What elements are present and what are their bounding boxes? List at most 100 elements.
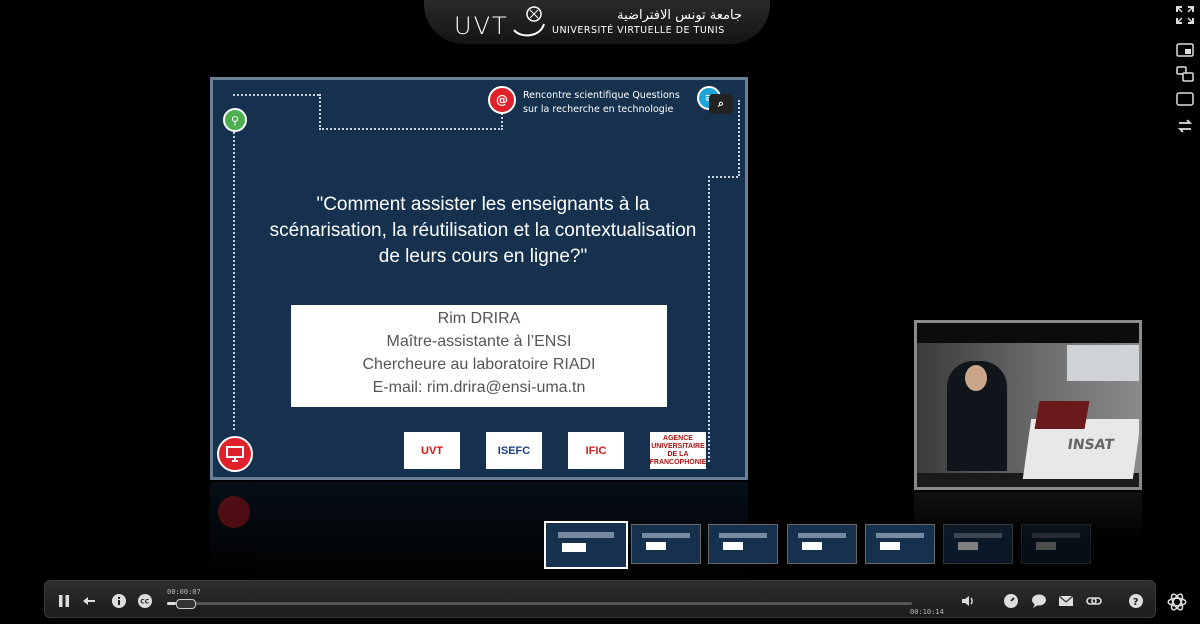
laptop	[1034, 401, 1090, 429]
location-pin-icon: ⚲	[223, 108, 247, 132]
svg-text:CC: CC	[140, 599, 149, 606]
author-email: E-mail: rim.drira@ensi-uma.tn	[372, 379, 586, 396]
video-top-band	[917, 323, 1139, 343]
reflection-icon	[218, 496, 250, 528]
decor-line	[319, 94, 503, 130]
link-button[interactable]	[1085, 592, 1103, 610]
total-time: 00:10:14	[910, 608, 944, 616]
sponsor-isefc-text: ISEFC	[497, 444, 531, 457]
decor-line	[708, 176, 738, 178]
settings-button[interactable]	[1166, 591, 1188, 613]
thumb-title	[954, 532, 1002, 539]
layout-pip-icon	[1176, 66, 1194, 82]
speed-icon	[1004, 594, 1018, 608]
fullscreen-icon	[1176, 6, 1194, 24]
slide-thumbnail[interactable]	[787, 524, 857, 564]
thumb-box	[562, 542, 586, 552]
thumb-box	[1035, 542, 1056, 550]
comment-icon	[1032, 594, 1046, 608]
sponsor-logo-auf: AGENCE UNIVERSITAIRE DE LA FRANCOPHONIE	[650, 432, 706, 469]
slide-thumbnail[interactable]	[544, 521, 628, 569]
decor-line	[233, 94, 319, 96]
svg-text:?: ?	[1133, 597, 1139, 608]
thumb-box	[645, 542, 666, 550]
thumb-title	[558, 531, 614, 539]
slide-thumbnail[interactable]	[943, 524, 1013, 564]
zoom-icon[interactable]: ⌕	[709, 94, 733, 114]
speed-button[interactable]	[1002, 592, 1020, 610]
volume-button[interactable]	[959, 592, 977, 610]
video-projection-screen	[1067, 345, 1139, 381]
swap-icon	[1177, 119, 1193, 133]
sponsor-ific-text: IFIC	[585, 444, 607, 457]
slide-thumbnail[interactable]	[708, 524, 778, 564]
email-icon	[1058, 595, 1074, 606]
presentation-slide: ⚲ @ Rencontre scientifique Questions sur…	[210, 77, 748, 480]
slide-title-line2: scénarisation, la réutilisation et la co…	[269, 220, 697, 241]
sponsor-logo-uvt: UVT	[404, 432, 460, 469]
settings-icon	[1167, 593, 1187, 611]
slide-thumbnail[interactable]	[865, 524, 935, 564]
rewind-button[interactable]	[80, 592, 98, 610]
thumb-box	[957, 542, 978, 550]
sponsor-auf-text: AGENCE UNIVERSITAIRE DE LA FRANCOPHONIE	[650, 434, 706, 466]
current-time: 00:00:07	[167, 588, 201, 596]
rewind-icon	[83, 597, 95, 605]
layout-single-icon	[1176, 92, 1194, 106]
slide-title: "Comment assister les enseignants à la s…	[253, 192, 713, 270]
swap-button[interactable]	[1174, 116, 1196, 136]
thumb-title	[1032, 532, 1080, 539]
pause-icon	[59, 595, 69, 607]
header-logo: UVT جامعة تونس الافتراضية UNIVERSITÉ VIR…	[424, 0, 770, 44]
layout-pip-button[interactable]	[1174, 64, 1196, 84]
at-sign-icon: @	[488, 86, 516, 114]
speaker-face	[965, 365, 987, 391]
logo-text: UVT	[454, 12, 509, 40]
closed-captions-icon: CC	[138, 594, 152, 608]
sponsor-logo-ific: IFIC	[568, 432, 624, 469]
pause-button[interactable]	[55, 592, 73, 610]
progress-knob[interactable]	[175, 599, 196, 609]
uvt-logo-icon	[513, 6, 545, 37]
closed-captions-button[interactable]: CC	[136, 592, 154, 610]
speaker-video[interactable]: INSAT	[914, 320, 1142, 490]
thumb-box	[722, 542, 743, 550]
decor-line	[738, 100, 740, 176]
volume-icon	[962, 596, 973, 606]
thumb-box	[801, 542, 822, 550]
slide-thumbnail[interactable]	[1021, 524, 1091, 564]
progress-track[interactable]	[167, 599, 912, 609]
thumb-title	[642, 532, 690, 539]
thumb-title	[719, 532, 767, 539]
layout-slide-video-button[interactable]	[1174, 40, 1196, 60]
help-icon: ?	[1129, 594, 1143, 608]
slide-thumbnail[interactable]	[631, 524, 701, 564]
decor-line	[233, 120, 235, 430]
author-box: Rim DRIRA Maître-assistante à l’ENSI Che…	[291, 305, 667, 407]
email-button[interactable]	[1057, 592, 1075, 610]
link-icon	[1086, 597, 1102, 605]
slide-header-line1: Rencontre scientifique Questions	[523, 90, 680, 101]
thumb-box	[879, 542, 900, 550]
author-lab: Chercheure au laboratoire RIADI	[362, 356, 596, 373]
logo-arabic: جامعة تونس الافتراضية	[617, 8, 742, 23]
author-role: Maître-assistante à l’ENSI	[386, 333, 572, 350]
thumb-title	[798, 532, 846, 539]
layout-slide-video-icon	[1176, 43, 1194, 57]
logo-french: UNIVERSITÉ VIRTUELLE DE TUNIS	[552, 25, 725, 36]
fullscreen-button[interactable]	[1174, 5, 1196, 25]
author-name: Rim DRIRA	[437, 310, 521, 327]
info-button[interactable]	[110, 592, 128, 610]
slide-header-line2: sur la recherche en technologie	[523, 104, 674, 115]
slide-header-text: Rencontre scientifique Questions sur la …	[523, 89, 703, 117]
help-button[interactable]: ?	[1127, 592, 1145, 610]
sponsor-uvt-text: UVT	[421, 444, 443, 457]
podium-text: INSAT	[1066, 437, 1115, 453]
comment-button[interactable]	[1030, 592, 1048, 610]
progress-fill	[167, 602, 176, 605]
sponsor-logo-isefc: ISEFC	[486, 432, 542, 469]
slide-title-line1: "Comment assister les enseignants à la	[316, 194, 650, 215]
info-icon	[112, 594, 126, 608]
layout-single-button[interactable]	[1174, 89, 1196, 109]
player-controls: CC 00:00:07 00:10:14 ?	[44, 580, 1156, 618]
